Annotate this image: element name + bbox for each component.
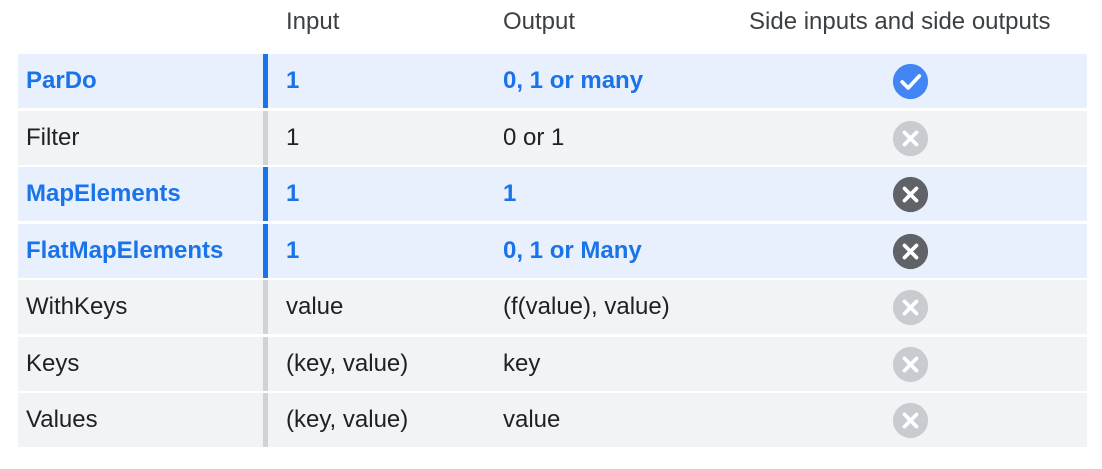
transform-name: ParDo [26,67,97,94]
column-divider [263,223,268,278]
column-divider [263,54,268,108]
input-value: value [286,293,344,320]
input-value: 1 [286,123,300,151]
check-icon [892,63,929,100]
table-row: MapElements 1 1 [18,167,1087,221]
header-input: Input [286,8,340,35]
output-value: key [503,349,541,377]
column-divider [263,167,268,221]
column-divider [263,110,268,165]
input-value: (key, value) [286,406,409,433]
output-value: 0 or 1 [503,123,565,151]
input-value: (key, value) [286,349,409,377]
input-value: 1 [286,67,300,94]
x-icon-dark [892,176,929,213]
column-divider [263,336,268,391]
table-row: Filter 1 0 or 1 [18,110,1087,165]
transforms-table: ParDo 1 0, 1 or many Filter 1 0 or 1 MapElemen… [18,54,1087,450]
x-icon-light [892,402,929,439]
input-value: 1 [286,180,300,207]
table-row: ParDo 1 0, 1 or many [18,54,1087,108]
x-icon-dark [892,233,929,270]
output-value: 1 [503,180,517,207]
column-divider [263,280,268,334]
table-row: Keys (key, value) key [18,336,1087,391]
table-header: Input Output Side inputs and side output… [0,0,1102,52]
table-row: WithKeys value (f(value), value) [18,280,1087,334]
output-value: 0, 1 or many [503,67,644,94]
transform-name: FlatMapElements [26,236,224,264]
x-icon-light [892,346,929,383]
table-row: FlatMapElements 1 0, 1 or Many [18,223,1087,278]
transform-name: Values [26,406,98,433]
column-divider [263,393,268,447]
x-icon-light [892,120,929,157]
transform-name: Keys [26,349,80,377]
header-side-inputs-outputs: Side inputs and side outputs [749,8,1051,35]
output-value: (f(value), value) [503,293,670,320]
x-icon-light [892,289,929,326]
output-value: 0, 1 or Many [503,236,642,264]
transform-name: WithKeys [26,293,128,320]
header-output: Output [503,8,576,35]
transform-name: MapElements [26,180,181,207]
output-value: value [503,406,561,433]
input-value: 1 [286,236,300,264]
table-row: Values (key, value) value [18,393,1087,447]
transform-name: Filter [26,123,80,151]
